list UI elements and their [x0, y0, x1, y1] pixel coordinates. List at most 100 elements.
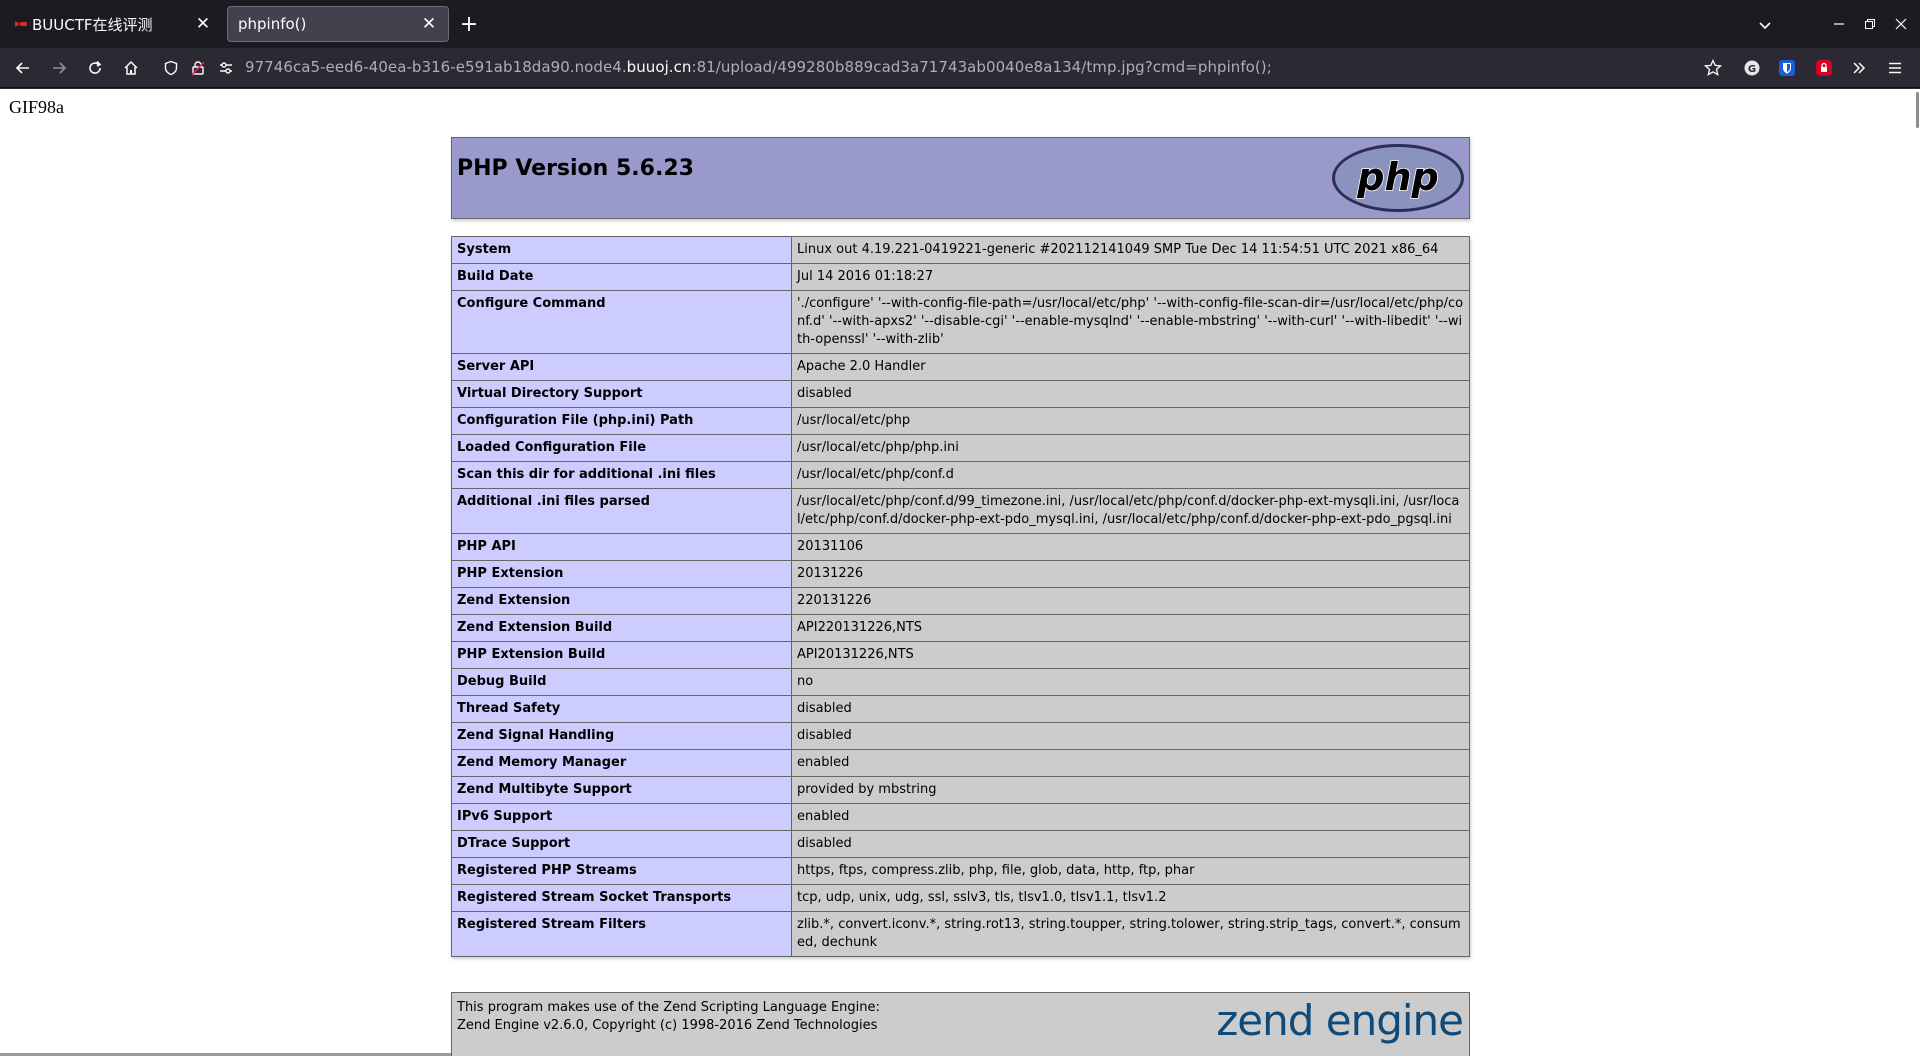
shield-icon	[164, 60, 178, 76]
back-button[interactable]	[9, 54, 37, 82]
table-row: Zend Memory Manager enabled	[451, 749, 1470, 777]
table-row: Additional .ini files parsed/usr/local/e…	[451, 488, 1470, 534]
tab-phpinfo[interactable]: phpinfo() ✕	[227, 6, 449, 42]
info-value-cell: zlib.*, convert.iconv.*, string.rot13, s…	[791, 911, 1470, 957]
zend-engine-box: This program makes use of the Zend Scrip…	[451, 992, 1470, 1056]
home-button[interactable]	[117, 54, 145, 82]
info-value-cell: './configure' '--with-config-file-path=/…	[791, 290, 1470, 354]
php-version-header: PHP Version 5.6.23 php	[451, 137, 1470, 219]
reload-icon	[89, 60, 102, 74]
hamburger-menu-icon	[1889, 62, 1901, 74]
zend-engine-logo-icon[interactable]: zend engine	[1185, 993, 1465, 1053]
info-value-cell: 20131106	[791, 533, 1470, 561]
php-logo-icon[interactable]: php	[1331, 143, 1465, 213]
info-value-cell: API20131226,NTS	[791, 641, 1470, 669]
extension-grammarly-button[interactable]: G	[1738, 54, 1766, 82]
navigation-toolbar: 97746ca5-eed6-40ea-b316-e591ab18da90.nod…	[0, 48, 1920, 88]
info-key-cell: PHP API	[451, 533, 792, 561]
restore-icon	[1865, 19, 1875, 29]
reload-button[interactable]	[81, 54, 109, 82]
extension-bitwarden-button[interactable]	[1773, 54, 1801, 82]
table-row: Zend Signal Handling disabled	[451, 722, 1470, 750]
close-window-button[interactable]	[1888, 12, 1914, 36]
tab-label: BUUCTF在线评测	[32, 15, 153, 34]
info-value-cell: disabled	[791, 695, 1470, 723]
info-key-cell: Scan this dir for additional .ini files	[451, 461, 792, 489]
info-value-cell: /usr/local/etc/php/conf.d	[791, 461, 1470, 489]
buuctf-favicon-icon	[15, 21, 27, 27]
table-row: Registered Stream Socket Transports tcp, …	[451, 884, 1470, 912]
info-key-cell: PHP Extension Build	[451, 641, 792, 669]
info-value-cell: provided by mbstring	[791, 776, 1470, 804]
star-icon	[1704, 59, 1722, 76]
table-row: PHP API 20131106	[451, 533, 1470, 561]
table-row: Registered PHP Streams https, ftps, compr…	[451, 857, 1470, 885]
info-key-cell: Thread Safety	[451, 695, 792, 723]
info-value-cell: disabled	[791, 722, 1470, 750]
info-key-cell: Zend Signal Handling	[451, 722, 792, 750]
bitwarden-shield-icon	[1779, 60, 1795, 76]
svg-text:zend engine: zend engine	[1216, 996, 1463, 1045]
info-value-cell: disabled	[791, 830, 1470, 858]
info-key-cell: Registered PHP Streams	[451, 857, 792, 885]
web-page: GIF98a PHP Version 5.6.23 php System Linu…	[0, 89, 1920, 1056]
table-row: PHP Extension Build API20131226,NTS	[451, 641, 1470, 669]
table-row: PHP Extension 20131226	[451, 560, 1470, 588]
tab-label: phpinfo()	[238, 15, 307, 33]
info-key-cell: Debug Build	[451, 668, 792, 696]
site-security-button[interactable]	[184, 54, 212, 82]
url-bar[interactable]: 97746ca5-eed6-40ea-b316-e591ab18da90.nod…	[245, 58, 1272, 76]
info-key-cell: Configuration File (php.ini) Path	[451, 407, 792, 435]
info-value-cell: 20131226	[791, 560, 1470, 588]
info-value-cell: enabled	[791, 803, 1470, 831]
extension-red-button[interactable]	[1810, 54, 1838, 82]
close-tab-icon[interactable]: ✕	[418, 13, 440, 35]
info-key-cell: Build Date	[451, 263, 792, 291]
app-menu-button[interactable]	[1881, 54, 1909, 82]
new-tab-button[interactable]: +	[455, 10, 483, 38]
url-suffix: :81/upload/499280b889cad3a71743ab0040e8a…	[691, 58, 1272, 76]
table-row: Configure Command './configure' '--with-c…	[451, 290, 1470, 354]
info-key-cell: DTrace Support	[451, 830, 792, 858]
info-key-cell: IPv6 Support	[451, 803, 792, 831]
chevron-down-icon	[1759, 22, 1771, 30]
forward-button[interactable]	[45, 54, 73, 82]
table-row: Registered Stream Filters zlib.*, convert…	[451, 911, 1470, 957]
info-value-cell: 220131226	[791, 587, 1470, 615]
bookmark-button[interactable]	[1699, 54, 1727, 82]
tracking-protection-button[interactable]	[157, 54, 185, 82]
zend-line-2: Zend Engine v2.6.0, Copyright (c) 1998-2…	[457, 1018, 878, 1033]
gif-header-text: GIF98a	[9, 97, 64, 117]
info-key-cell: Configure Command	[451, 290, 792, 354]
info-value-cell: /usr/local/etc/php	[791, 407, 1470, 435]
permissions-button[interactable]	[212, 54, 240, 82]
page-title: PHP Version 5.6.23	[457, 156, 694, 181]
close-tab-icon[interactable]: ✕	[192, 13, 214, 35]
minimize-icon	[1834, 23, 1844, 25]
info-value-cell: https, ftps, compress.zlib, php, file, g…	[791, 857, 1470, 885]
table-row: Zend Extension 220131226	[451, 587, 1470, 615]
more-tools-button[interactable]	[1845, 54, 1873, 82]
svg-text:G: G	[1748, 64, 1756, 75]
table-row: Thread Safety disabled	[451, 695, 1470, 723]
table-row: Scan this dir for additional .ini files /…	[451, 461, 1470, 489]
vertical-scrollbar[interactable]	[1916, 92, 1919, 128]
info-value-cell: disabled	[791, 380, 1470, 408]
restore-button[interactable]	[1857, 12, 1883, 36]
info-value-cell: /usr/local/etc/php/conf.d/99_timezone.in…	[791, 488, 1470, 534]
table-row: Loaded Configuration File/usr/local/etc/…	[451, 434, 1470, 462]
back-arrow-icon	[15, 62, 29, 74]
tab-buuctf[interactable]: BUUCTF在线评测 ✕	[4, 6, 222, 42]
zend-line-1: This program makes use of the Zend Scrip…	[457, 1000, 880, 1015]
table-row: Zend Extension Build API220131226,NTS	[451, 614, 1470, 642]
info-key-cell: Additional .ini files parsed	[451, 488, 792, 534]
info-key-cell: Zend Extension Build	[451, 614, 792, 642]
minimize-button[interactable]	[1826, 12, 1852, 36]
list-all-tabs-button[interactable]	[1752, 12, 1778, 38]
info-key-cell: System	[451, 236, 792, 264]
double-chevron-right-icon	[1853, 62, 1866, 74]
info-key-cell: Zend Multibyte Support	[451, 776, 792, 804]
info-value-cell: Jul 14 2016 01:18:27	[791, 263, 1470, 291]
info-key-cell: Loaded Configuration File	[451, 434, 792, 462]
table-row: Debug Build no	[451, 668, 1470, 696]
